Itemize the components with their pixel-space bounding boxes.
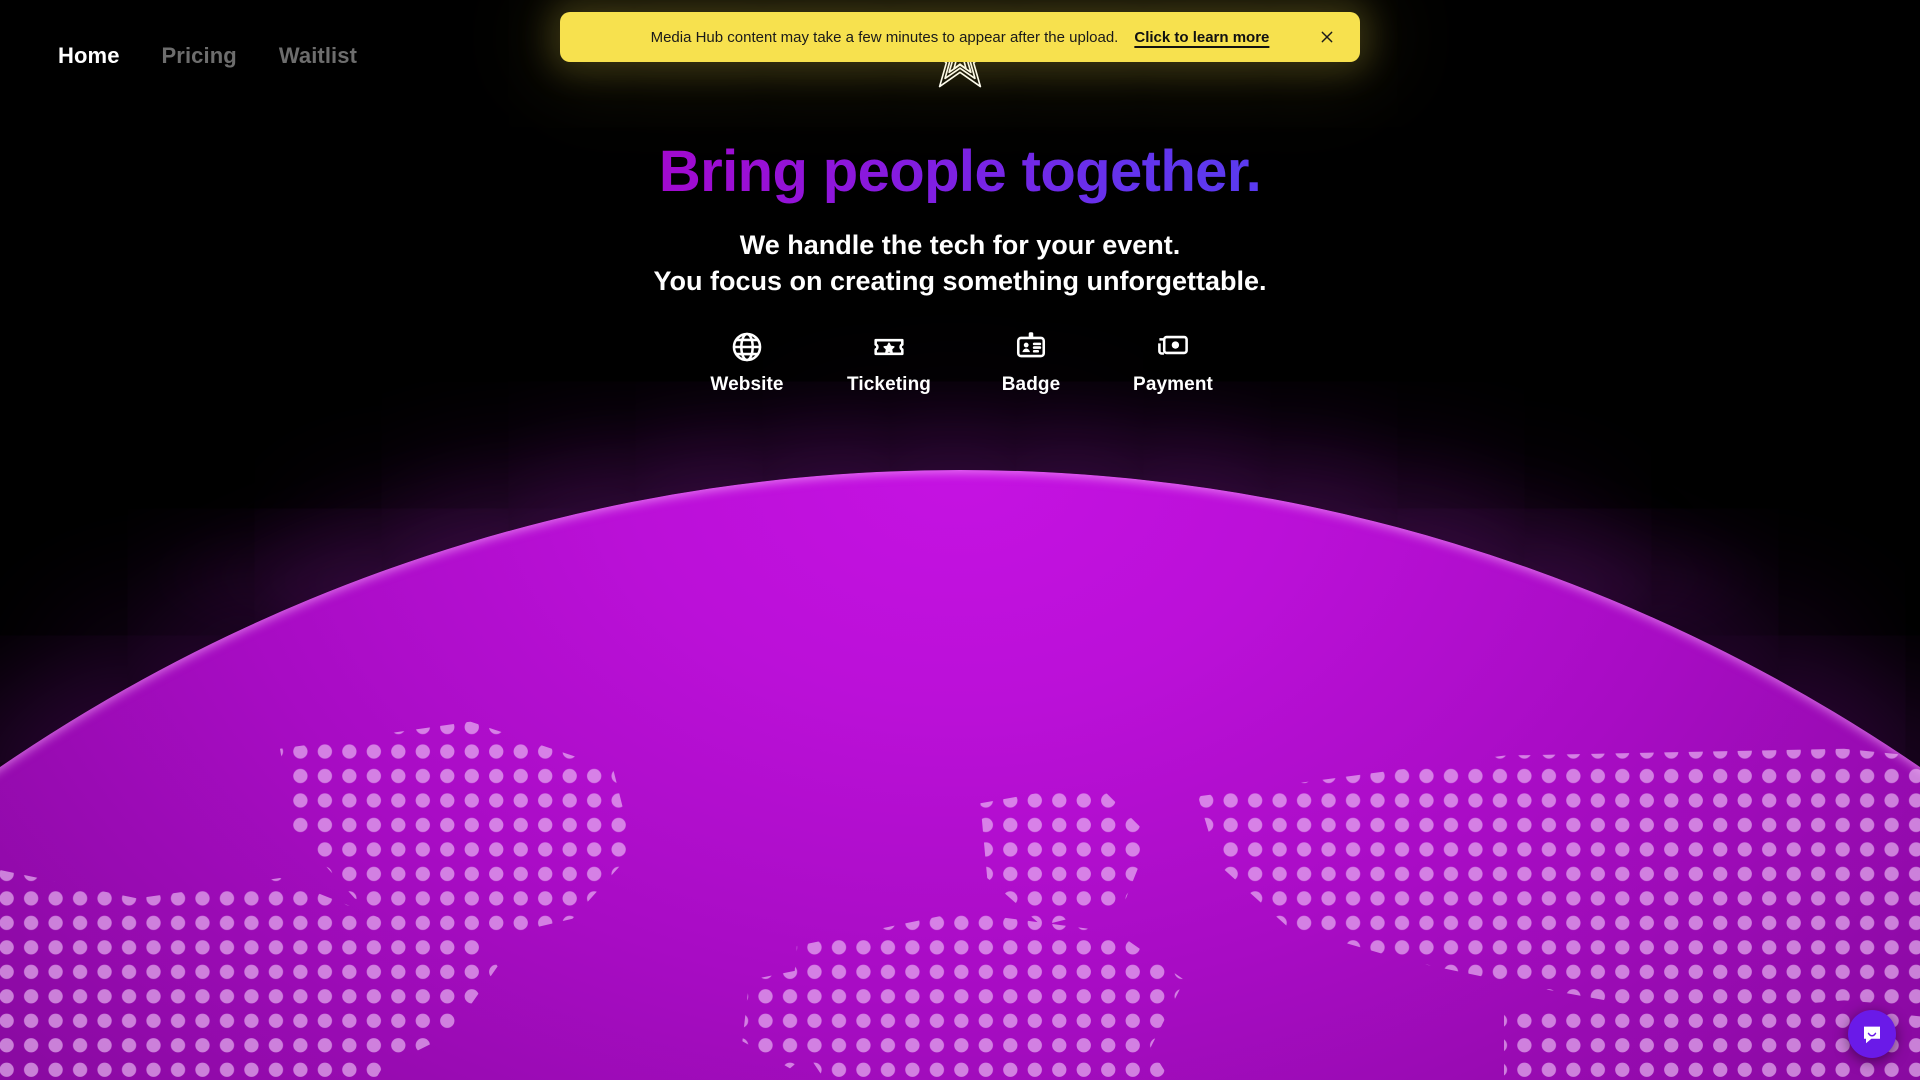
hero-subheading: We handle the tech for your event. You f…	[0, 228, 1920, 300]
feature-label-ticketing: Ticketing	[847, 373, 931, 395]
close-icon	[1321, 31, 1333, 43]
toast-message: Media Hub content may take a few minutes…	[650, 28, 1119, 46]
feature-label-website: Website	[710, 373, 784, 395]
dotted-globe	[0, 470, 1920, 1080]
feature-label-payment: Payment	[1133, 373, 1213, 395]
feature-ticketing[interactable]: Ticketing	[846, 330, 932, 396]
nav-link-pricing[interactable]: Pricing	[162, 42, 237, 70]
feature-list: Website Ticketing Badge Payment	[0, 330, 1920, 396]
id-badge-icon	[1014, 330, 1048, 364]
toast-banner: Media Hub content may take a few minutes…	[560, 12, 1360, 62]
feature-website[interactable]: Website	[704, 330, 790, 396]
ticket-star-icon	[872, 330, 906, 364]
feature-label-badge: Badge	[1001, 373, 1061, 395]
globe-icon	[730, 330, 764, 364]
toast-close-button[interactable]	[1316, 26, 1338, 48]
nav-link-waitlist[interactable]: Waitlist	[279, 42, 357, 70]
chat-bubble-icon	[1864, 1026, 1880, 1044]
feature-badge[interactable]: Badge	[988, 330, 1074, 396]
hero-subheading-line-1: We handle the tech for your event.	[739, 229, 1181, 260]
globe-dot-map	[0, 470, 1920, 1080]
toast-learn-more-link[interactable]: Click to learn more	[1134, 29, 1269, 46]
nav-link-home[interactable]: Home	[58, 42, 120, 70]
chat-launcher-button[interactable]	[1848, 1010, 1896, 1058]
page-title: Bring people together.	[658, 139, 1262, 204]
hero-subheading-line-2: You focus on creating something unforget…	[653, 265, 1267, 296]
page-root: Home Pricing Waitlist Media Hub content …	[0, 0, 1920, 1080]
banknote-icon	[1156, 330, 1190, 364]
nav-links: Home Pricing Waitlist	[58, 42, 357, 70]
feature-payment[interactable]: Payment	[1130, 330, 1216, 396]
